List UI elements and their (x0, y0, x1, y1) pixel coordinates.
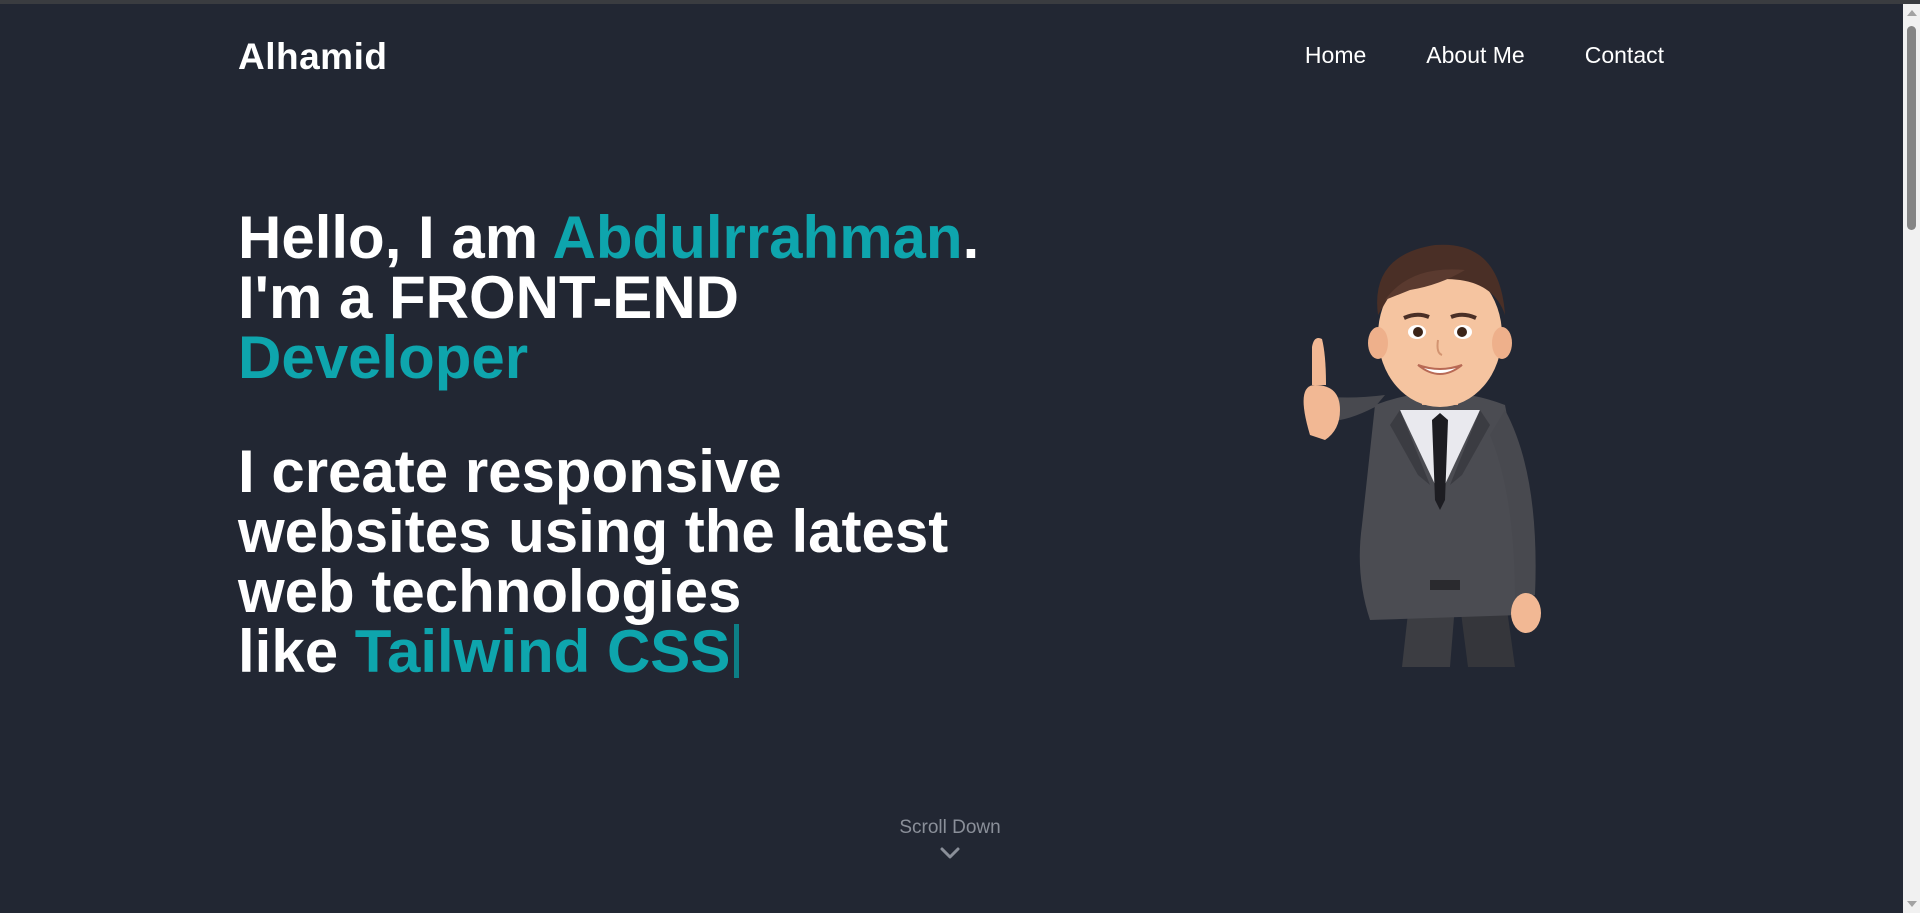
site-logo[interactable]: Alhamid (238, 36, 387, 78)
tagline-line-3: web technologies (238, 558, 742, 625)
typed-text: Tailwind CSS (354, 618, 731, 685)
scroll-up-arrow-icon[interactable] (1907, 10, 1917, 16)
tagline-line-4: like Tailwind CSS (238, 622, 1138, 682)
greeting-suffix: . (962, 204, 980, 271)
main-nav: Home About Me Contact (1305, 42, 1664, 69)
scroll-down-label: Scroll Down (899, 817, 1001, 838)
nav-home[interactable]: Home (1305, 42, 1366, 69)
greeting-line: Hello, I am Abdulrrahman. (238, 208, 1138, 268)
scroll-down[interactable]: Scroll Down (0, 817, 1900, 861)
chevron-down-icon[interactable] (938, 845, 962, 861)
tagline-prefix: like (238, 618, 355, 685)
hero-heading: Hello, I am Abdulrrahman. I'm a FRONT-EN… (238, 208, 1138, 682)
typing-cursor (734, 624, 740, 678)
greeting-prefix: Hello, I am (238, 204, 553, 271)
scrollbar-thumb[interactable] (1907, 26, 1916, 230)
thumbs-up-character (1303, 244, 1541, 667)
nav-about-me[interactable]: About Me (1426, 42, 1524, 69)
page: Alhamid Home About Me Contact Hello, I a… (0, 0, 1920, 913)
tagline-line-2: websites using the latest (238, 498, 949, 565)
role-line: I'm a FRONT-END (238, 264, 739, 331)
scroll-down-arrow-icon[interactable] (1907, 901, 1917, 907)
hero-name: Abdulrrahman (552, 204, 963, 271)
browser-top-edge (0, 0, 1920, 4)
role-accent: Developer (238, 324, 529, 391)
nav-contact[interactable]: Contact (1585, 42, 1664, 69)
tagline-line-1: I create responsive (238, 438, 782, 505)
page-scrollbar[interactable] (1903, 4, 1920, 913)
